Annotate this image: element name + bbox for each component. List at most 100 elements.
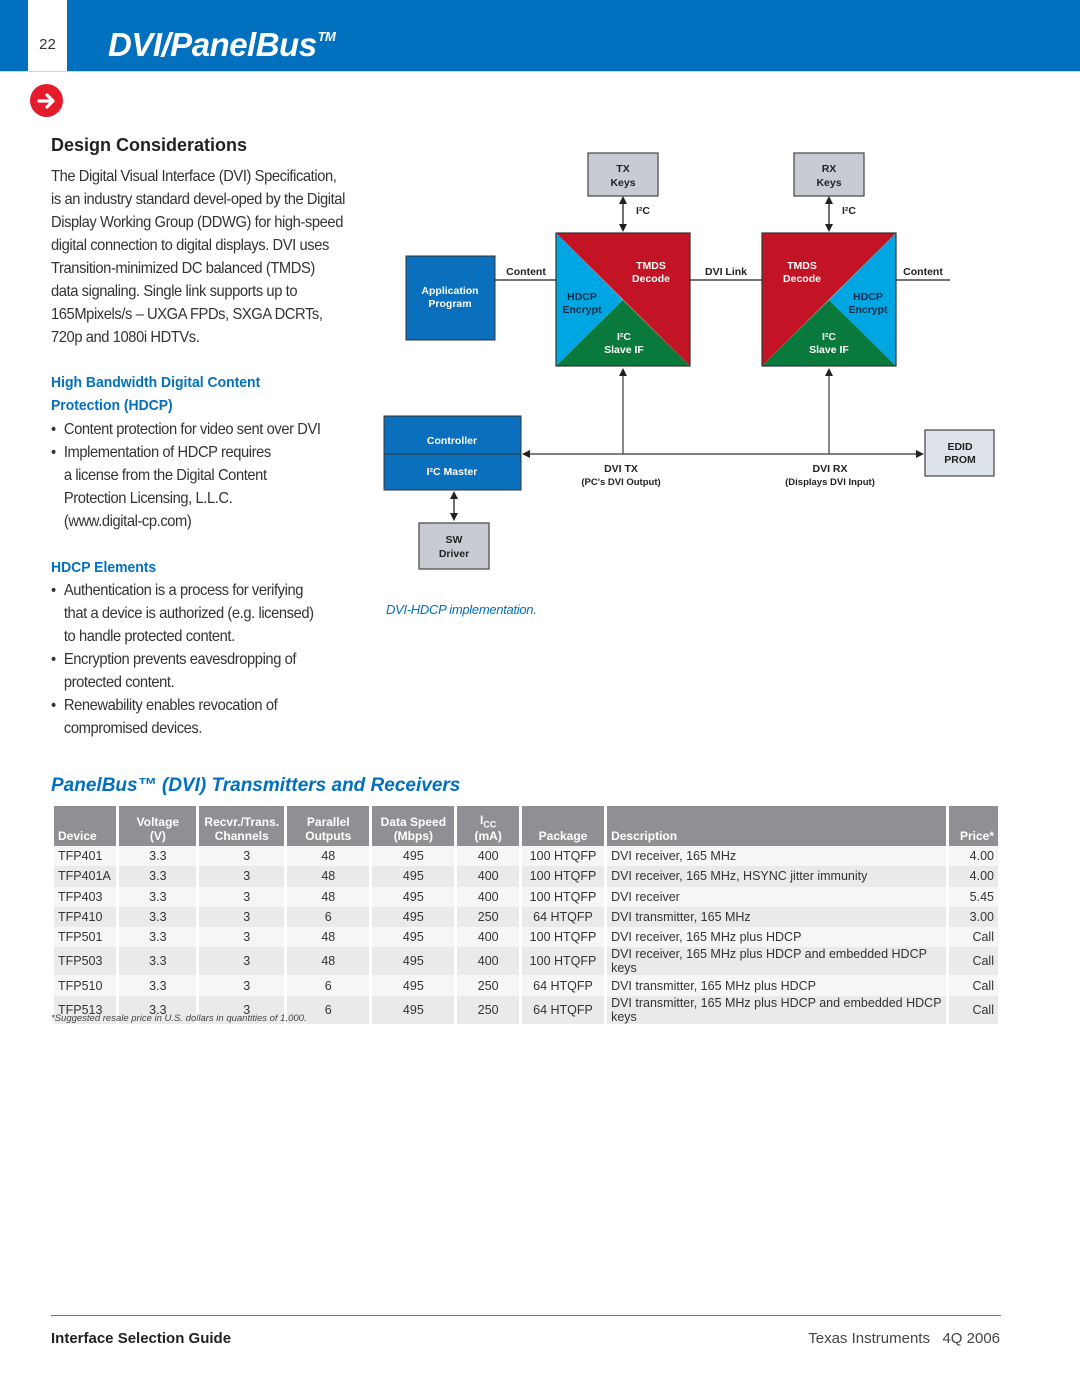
cell-outputs: 6 xyxy=(287,975,370,996)
cell-price: 4.00 xyxy=(948,866,998,887)
cell-speed: 495 xyxy=(372,906,455,928)
cell-icc: 400 xyxy=(457,947,519,976)
hdcp-elements-heading: HDCP Elements xyxy=(51,559,157,576)
bullet-item: Renewability enables revocation of compr… xyxy=(51,694,290,740)
cell-voltage: 3.3 xyxy=(119,927,197,948)
cell-voltage: 3.3 xyxy=(119,906,197,928)
svg-text:I²C: I²C xyxy=(822,331,836,343)
cell-package: 64 HTQFP xyxy=(521,995,605,1024)
bullet-item: Implementation of HDCP requires a licens… xyxy=(51,441,276,533)
cell-description: DVI receiver, 165 MHz xyxy=(607,846,946,867)
cell-speed: 495 xyxy=(372,947,455,976)
design-considerations: Design Considerations The Digital Visual… xyxy=(51,135,351,740)
controller-box: Controller I²C Master xyxy=(383,415,522,491)
svg-text:PROM: PROM xyxy=(944,454,976,466)
cell-description: DVI receiver, 165 MHz plus HDCP xyxy=(607,927,946,948)
svg-text:Decode: Decode xyxy=(783,273,821,285)
cell-channels: 3 xyxy=(199,947,285,976)
page-title: DVI/PanelBusTM xyxy=(108,26,336,64)
cell-description: DVI receiver, 165 MHz plus HDCP and embe… xyxy=(607,947,946,976)
svg-text:Controller: Controller xyxy=(427,435,477,447)
bullet-item: Content protection for video sent over D… xyxy=(51,418,336,441)
dvi-link-label: DVI Link xyxy=(705,266,747,278)
cell-package: 100 HTQFP xyxy=(521,886,605,907)
table-title: PanelBus™ (DVI) Transmitters and Receive… xyxy=(51,775,461,796)
cell-channels: 3 xyxy=(199,975,285,996)
svg-text:I²C: I²C xyxy=(617,331,631,343)
page-number: 22 xyxy=(39,36,56,53)
cell-description: DVI transmitter, 165 MHz plus HDCP xyxy=(607,975,946,996)
cell-speed: 495 xyxy=(372,886,455,907)
application-program-box: Application Program xyxy=(405,255,496,341)
cell-package: 100 HTQFP xyxy=(521,947,605,976)
cell-voltage: 3.3 xyxy=(119,975,197,996)
cell-outputs: 48 xyxy=(287,886,370,907)
diagram-caption: DVI-HDCP implementation. xyxy=(386,602,537,617)
cell-price: Call xyxy=(948,947,998,976)
edid-prom-box: EDID PROM xyxy=(924,429,995,477)
cell-device: TFP401A xyxy=(54,866,117,887)
col-outputs: Parallel Outputs xyxy=(287,806,370,846)
rx-i2c-label: I²C xyxy=(842,205,856,217)
cell-price: Call xyxy=(948,975,998,996)
svg-text:Application: Application xyxy=(421,285,478,297)
hdcp-heading: High Bandwidth Digital Content Protectio… xyxy=(51,374,261,414)
col-package: Package xyxy=(521,806,605,846)
intro-paragraph: The Digital Visual Interface (DVI) Speci… xyxy=(51,168,345,346)
rx-keys-box: RX Keys xyxy=(793,152,865,197)
cell-price: 4.00 xyxy=(948,846,998,867)
table-row: TFP501 3.3 3 48 495 400 100 HTQFP DVI receiver,… xyxy=(54,927,998,948)
cell-package: 100 HTQFP xyxy=(521,927,605,948)
cell-speed: 495 xyxy=(372,995,455,1024)
tx-chip: TMDS Decode HDCP Encrypt I²C Slave IF xyxy=(555,232,691,367)
arrow-right-icon[interactable] xyxy=(30,84,63,117)
svg-text:Keys: Keys xyxy=(610,177,635,189)
cell-channels: 3 xyxy=(199,906,285,928)
cell-price: 3.00 xyxy=(948,906,998,928)
footer-guide-title: Interface Selection Guide xyxy=(51,1330,232,1347)
table-footnote: *Suggested resale price in U.S. dollars … xyxy=(51,1013,307,1024)
svg-text:Driver: Driver xyxy=(439,548,469,560)
cell-voltage: 3.3 xyxy=(119,886,197,907)
svg-text:TMDS: TMDS xyxy=(636,260,666,272)
hdcp-bullets: Content protection for video sent over D… xyxy=(51,418,336,533)
dvi-tx-label: DVI TX xyxy=(604,463,638,475)
cell-package: 64 HTQFP xyxy=(521,975,605,996)
svg-text:Program: Program xyxy=(428,298,471,310)
svg-text:SW: SW xyxy=(446,534,463,546)
cell-price: 5.45 xyxy=(948,886,998,907)
svg-text:Slave IF: Slave IF xyxy=(604,344,644,356)
product-table: Device Voltage (V) Recvr./Trans. Channels … xyxy=(51,806,1001,1024)
cell-description: DVI transmitter, 165 MHz xyxy=(607,906,946,928)
table-body: TFP401 3.3 3 48 495 400 100 HTQFP DVI receiver,… xyxy=(54,846,998,1024)
cell-speed: 495 xyxy=(372,866,455,887)
cell-icc: 250 xyxy=(457,995,519,1024)
cell-channels: 3 xyxy=(199,927,285,948)
svg-text:Encrypt: Encrypt xyxy=(848,304,888,316)
cell-price: Call xyxy=(948,995,998,1024)
cell-device: TFP401 xyxy=(54,846,117,867)
page-title-text: DVI/PanelBus xyxy=(108,26,317,63)
col-price: Price* xyxy=(948,806,998,846)
elements-bullets: Authentication is a process for verifyin… xyxy=(51,579,336,740)
cell-outputs: 48 xyxy=(287,846,370,867)
svg-text:Decode: Decode xyxy=(632,273,670,285)
svg-text:I²C Master: I²C Master xyxy=(427,466,478,478)
table-row: TFP410 3.3 3 6 495 250 64 HTQFP DVI transmitter… xyxy=(54,906,998,928)
cell-package: 100 HTQFP xyxy=(521,846,605,867)
tx-i2c-label: I²C xyxy=(636,205,650,217)
cell-voltage: 3.3 xyxy=(119,866,197,887)
svg-text:TX: TX xyxy=(616,163,629,175)
table-header-row: Device Voltage (V) Recvr./Trans. Channels … xyxy=(54,806,998,846)
cell-price: Call xyxy=(948,927,998,948)
dvi-rx-label: DVI RX xyxy=(812,463,847,475)
cell-voltage: 3.3 xyxy=(119,846,197,867)
cell-outputs: 48 xyxy=(287,947,370,976)
rx-chip: TMDS Decode HDCP Encrypt I²C Slave IF xyxy=(761,232,897,367)
svg-text:RX: RX xyxy=(822,163,837,175)
cell-icc: 400 xyxy=(457,927,519,948)
cell-icc: 250 xyxy=(457,975,519,996)
col-icc: ICC (mA) xyxy=(457,806,519,846)
cell-description: DVI receiver, 165 MHz, HSYNC jitter immu… xyxy=(607,866,946,887)
cell-package: 100 HTQFP xyxy=(521,866,605,887)
